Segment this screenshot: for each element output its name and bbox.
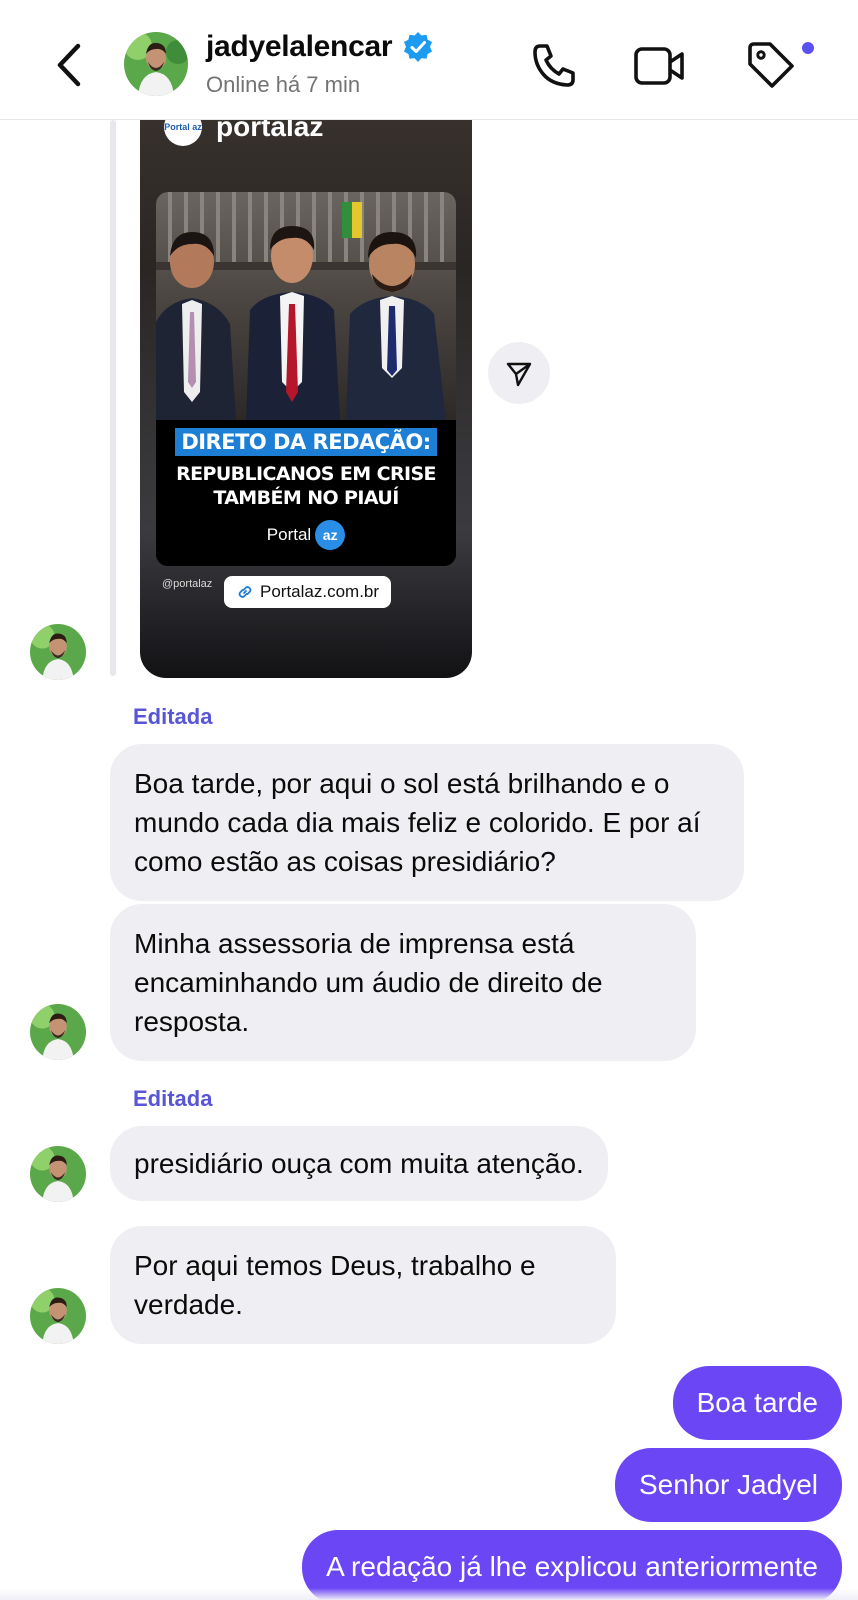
contact-username: jadyelalencar: [206, 30, 393, 63]
contact-name-row[interactable]: jadyelalencar: [206, 30, 434, 64]
story-brand: Portal az: [156, 520, 456, 550]
contact-avatar-small[interactable]: [30, 1146, 86, 1202]
story-link-sticker[interactable]: Portalaz.com.br: [224, 576, 392, 608]
outgoing-message[interactable]: Boa tarde: [672, 1366, 842, 1440]
incoming-message[interactable]: Por aqui temos Deus, trabalho e verdade.: [110, 1226, 616, 1344]
incoming-message[interactable]: presidiário ouça com muita atenção.: [110, 1126, 608, 1201]
headline-line-2: TAMBÉM NO PIAUÍ: [213, 487, 399, 509]
contact-avatar[interactable]: [124, 32, 188, 96]
headline-tag: DIRETO DA REDAÇÃO:: [175, 428, 437, 456]
edited-label: Editada: [133, 1086, 213, 1111]
outgoing-message[interactable]: Senhor Jadyel: [614, 1448, 842, 1522]
back-chevron-icon[interactable]: [50, 40, 90, 90]
send-icon: [506, 362, 532, 387]
share-story-button[interactable]: [488, 342, 550, 404]
incoming-message[interactable]: Minha assessoria de imprensa está encami…: [110, 904, 696, 1061]
headline-line-1: REPUBLICANOS EM CRISE: [176, 463, 436, 485]
story-headline: DIRETO DA REDAÇÃO: REPUBLICANOS EM CRISE…: [156, 420, 456, 566]
chat-header: jadyelalencar Online há 7 min: [0, 0, 858, 120]
contact-avatar-small[interactable]: [30, 1004, 86, 1060]
incoming-message[interactable]: Boa tarde, por aqui o sol está brilhando…: [110, 744, 744, 901]
story-photo: [156, 192, 456, 420]
contact-avatar-small[interactable]: [30, 624, 86, 680]
reply-thread-line: [110, 120, 116, 676]
composer-edge: [0, 1588, 858, 1600]
tag-icon[interactable]: [744, 38, 800, 94]
edited-label: Editada: [133, 704, 213, 729]
phone-icon[interactable]: [526, 38, 582, 94]
verified-badge-icon: [404, 32, 433, 62]
brand-name: Portal: [266, 525, 312, 544]
story-handle: @portalaz: [162, 578, 213, 590]
link-icon: [238, 586, 252, 598]
story-link-text: Portalaz.com.br: [260, 582, 380, 601]
video-camera-icon[interactable]: [632, 38, 688, 94]
brand-badge: az: [315, 520, 346, 550]
shared-story-card[interactable]: Portal az portalaz DIRETO DA REDAÇÃO: RE…: [140, 92, 472, 678]
online-status: Online há 7 min: [206, 72, 361, 97]
notification-dot: [800, 40, 816, 56]
contact-avatar-small[interactable]: [30, 1288, 86, 1344]
story-news-card: DIRETO DA REDAÇÃO: REPUBLICANOS EM CRISE…: [156, 192, 456, 566]
